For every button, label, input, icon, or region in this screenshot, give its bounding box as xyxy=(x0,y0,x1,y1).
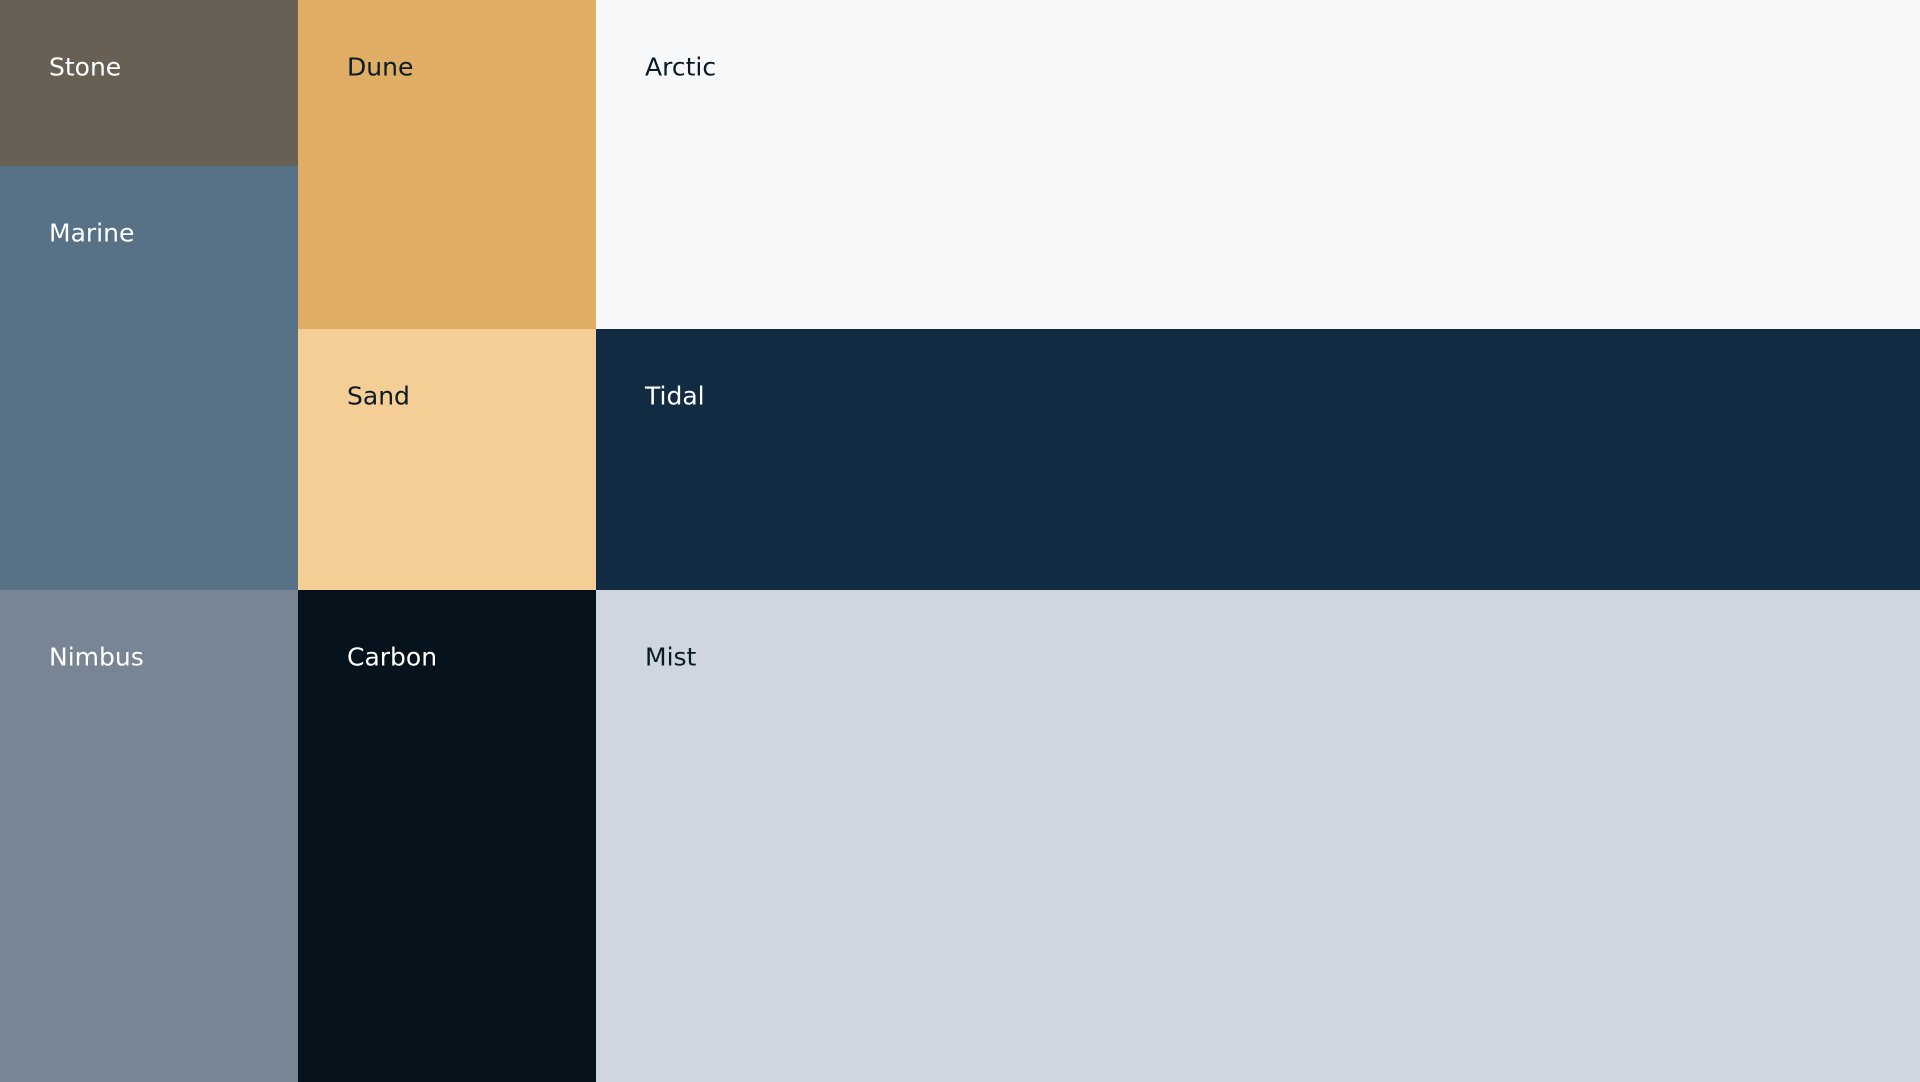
color-palette: Stone Marine Nimbus Dune Sand Carbon Arc… xyxy=(0,0,1920,1082)
swatch-label-marine: Marine xyxy=(49,218,135,248)
swatch-label-arctic: Arctic xyxy=(645,52,717,82)
swatch-label-stone: Stone xyxy=(49,52,122,82)
swatch-label-mist: Mist xyxy=(645,642,697,672)
swatch-label-sand: Sand xyxy=(347,381,410,411)
swatch-label-nimbus: Nimbus xyxy=(49,642,144,672)
swatch-nimbus: Nimbus xyxy=(0,590,298,1082)
swatch-stone: Stone xyxy=(0,0,298,166)
swatch-label-carbon: Carbon xyxy=(347,642,438,672)
swatch-arctic: Arctic xyxy=(596,0,1920,329)
swatch-marine: Marine xyxy=(0,166,298,590)
swatch-mist: Mist xyxy=(596,590,1920,1082)
swatch-tidal: Tidal xyxy=(596,329,1920,590)
swatch-label-tidal: Tidal xyxy=(645,381,705,411)
swatch-sand: Sand xyxy=(298,329,596,590)
swatch-label-dune: Dune xyxy=(347,52,414,82)
swatch-carbon: Carbon xyxy=(298,590,596,1082)
swatch-dune: Dune xyxy=(298,0,596,329)
